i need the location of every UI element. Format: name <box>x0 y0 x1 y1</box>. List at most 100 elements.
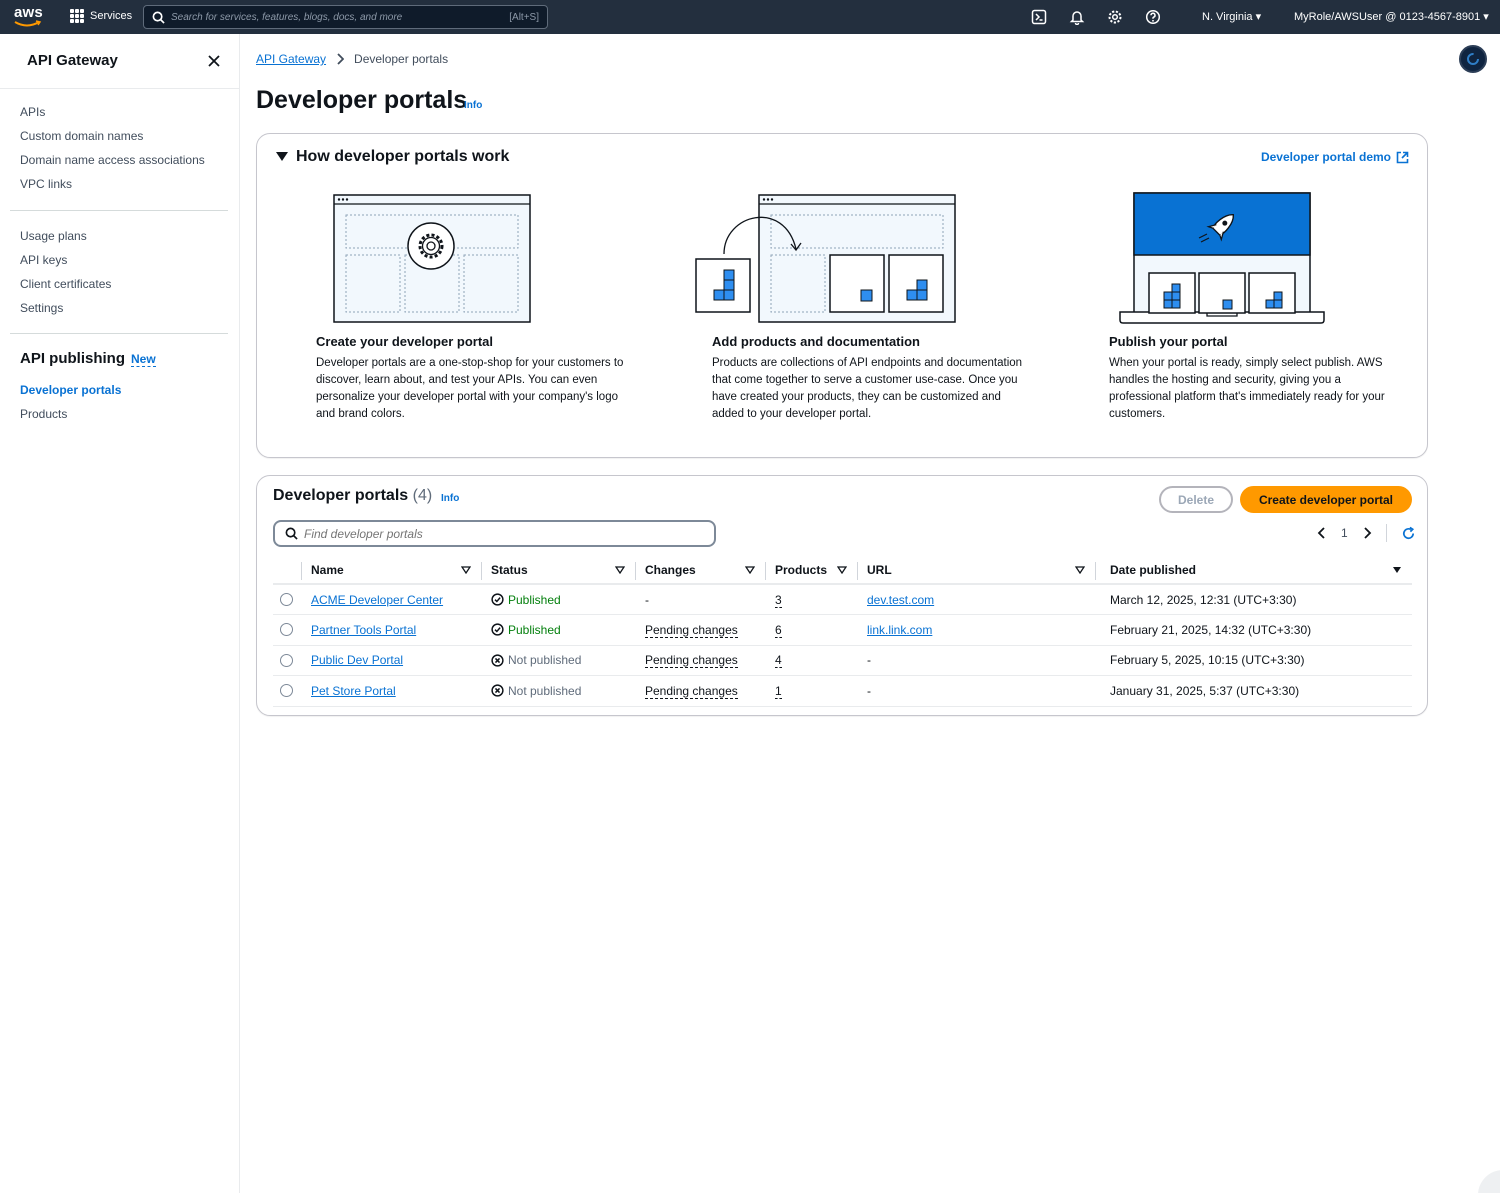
notifications-icon[interactable] <box>1068 8 1086 26</box>
section-title: API publishing <box>20 350 125 367</box>
page-number[interactable]: 1 <box>1341 526 1348 540</box>
sidebar-item-developer-portals[interactable]: Developer portals <box>20 378 121 402</box>
chevron-left-icon[interactable] <box>1317 527 1327 539</box>
row-select-radio[interactable] <box>280 623 293 637</box>
cloudshell-icon[interactable] <box>1030 8 1048 26</box>
table-header-row: Name Status Changes Products URL Date pu… <box>273 556 1412 585</box>
portal-name-link[interactable]: ACME Developer Center <box>311 593 443 607</box>
status-text: Not published <box>508 653 582 668</box>
delete-button[interactable]: Delete <box>1159 486 1233 513</box>
divider <box>1385 524 1387 542</box>
column-header-products[interactable]: Products <box>765 556 857 585</box>
filter-input[interactable] <box>304 526 704 541</box>
portal-url-text: - <box>867 653 871 668</box>
new-badge[interactable]: New <box>131 352 156 367</box>
portal-name-link[interactable]: Pet Store Portal <box>311 684 396 698</box>
changes-text[interactable]: Pending changes <box>645 653 738 669</box>
sidebar-item-products[interactable]: Products <box>20 402 121 426</box>
sidebar-item-custom-domain-names[interactable]: Custom domain names <box>20 124 205 148</box>
sidebar-title[interactable]: API Gateway <box>27 52 118 69</box>
assistant-icon[interactable] <box>1459 45 1487 73</box>
column-header-changes[interactable]: Changes <box>635 556 765 585</box>
aws-logo[interactable]: aws <box>14 5 44 29</box>
grid-icon <box>70 9 84 23</box>
step-body: When your portal is ready, simply select… <box>1109 357 1385 420</box>
sort-caret-icon <box>461 566 471 574</box>
table-count: (4) <box>412 487 433 504</box>
global-search-input[interactable]: Search for services, features, blogs, do… <box>143 5 548 29</box>
how-it-works-toggle[interactable]: How developer portals work <box>276 148 509 166</box>
column-header-name[interactable]: Name <box>301 556 481 585</box>
chevron-right-icon[interactable] <box>1362 527 1372 539</box>
sort-caret-icon <box>615 566 625 574</box>
services-label: Services <box>90 10 133 22</box>
select-column-header <box>273 556 301 585</box>
breadcrumb-current: Developer portals <box>354 52 449 66</box>
column-header-date-published[interactable]: Date published <box>1095 556 1412 585</box>
changes-text[interactable]: Pending changes <box>645 622 738 638</box>
portal-name-link[interactable]: Partner Tools Portal <box>311 623 416 637</box>
filter-search-field[interactable] <box>273 520 716 547</box>
sidebar-item-client-certificates[interactable]: Client certificates <box>20 272 111 296</box>
region-selector[interactable]: N. Virginia ▾ <box>1202 10 1261 23</box>
table-row: Public Dev Portal Not published Pending … <box>273 645 1412 676</box>
sidebar-item-settings[interactable]: Settings <box>20 296 111 320</box>
services-menu[interactable]: Services <box>70 9 132 23</box>
account-label: MyRole/AWSUser @ 0123-4567-8901 <box>1294 11 1481 23</box>
row-select-radio[interactable] <box>280 684 293 698</box>
portal-url-link[interactable]: link.link.com <box>867 623 932 637</box>
status-badge: Published <box>481 623 635 637</box>
aws-smile-icon <box>14 20 42 27</box>
create-developer-portal-button[interactable]: Create developer portal <box>1240 486 1412 513</box>
aws-logo-text: aws <box>14 4 43 21</box>
search-icon <box>285 527 298 540</box>
search-placeholder: Search for services, features, blogs, do… <box>171 11 403 23</box>
step-title: Create your developer portal <box>316 334 493 349</box>
row-select-radio[interactable] <box>280 653 293 667</box>
caret-down-icon: ▾ <box>1483 11 1489 23</box>
help-icon[interactable] <box>1144 8 1162 26</box>
pagination: 1 <box>1317 524 1416 542</box>
demo-link-label: Developer portal demo <box>1260 150 1391 164</box>
products-count[interactable]: 6 <box>775 622 782 638</box>
divider <box>0 88 239 89</box>
status-badge: Not published <box>481 684 635 698</box>
date-published: January 31, 2025, 5:37 (UTC+3:30) <box>1110 683 1300 698</box>
page-info-link[interactable]: Info <box>464 100 482 111</box>
settings-icon[interactable] <box>1106 8 1124 26</box>
portal-name-link[interactable]: Public Dev Portal <box>311 653 403 667</box>
sidebar-item-vpc-links[interactable]: VPC links <box>20 172 205 196</box>
add-products-illustration <box>695 194 956 323</box>
breadcrumb-api-gateway[interactable]: API Gateway <box>256 52 326 66</box>
account-menu[interactable]: MyRole/AWSUser @ 0123-4567-8901 ▾ <box>1294 10 1489 23</box>
page-title: Developer portals <box>256 86 468 114</box>
create-portal-illustration <box>333 194 531 323</box>
sidebar-item-domain-name-access-associations[interactable]: Domain name access associations <box>20 148 205 172</box>
row-select-radio[interactable] <box>280 593 293 606</box>
table-info-link[interactable]: Info <box>441 493 459 504</box>
products-count[interactable]: 4 <box>775 653 782 669</box>
status-text: Not published <box>508 683 582 698</box>
close-icon[interactable] <box>207 54 221 68</box>
column-label: Changes <box>645 562 696 577</box>
developer-portals-table-panel: Developer portals (4) Info Delete Create… <box>256 475 1428 716</box>
column-label: Date published <box>1110 562 1197 577</box>
portal-url-link[interactable]: dev.test.com <box>867 593 934 607</box>
column-header-status[interactable]: Status <box>481 556 635 585</box>
table-row: ACME Developer Center Published - 3 dev.… <box>273 584 1412 615</box>
products-count[interactable]: 3 <box>775 592 782 608</box>
step-body: Developer portals are a one-stop-shop fo… <box>316 357 624 420</box>
column-header-url[interactable]: URL <box>857 556 1095 585</box>
step-add-products: Add products and documentation Products … <box>712 334 1032 423</box>
refresh-icon[interactable] <box>1401 526 1416 541</box>
column-label: URL <box>867 562 892 577</box>
sidebar-item-apis[interactable]: APIs <box>20 100 205 124</box>
sidebar-item-api-keys[interactable]: API keys <box>20 248 111 272</box>
status-text: Published <box>508 592 561 607</box>
developer-portal-demo-link[interactable]: Developer portal demo <box>1261 150 1409 164</box>
sidebar-item-usage-plans[interactable]: Usage plans <box>20 224 111 248</box>
search-icon <box>152 11 165 24</box>
products-count[interactable]: 1 <box>775 683 782 699</box>
success-check-icon <box>491 623 504 636</box>
changes-text[interactable]: Pending changes <box>645 683 738 699</box>
